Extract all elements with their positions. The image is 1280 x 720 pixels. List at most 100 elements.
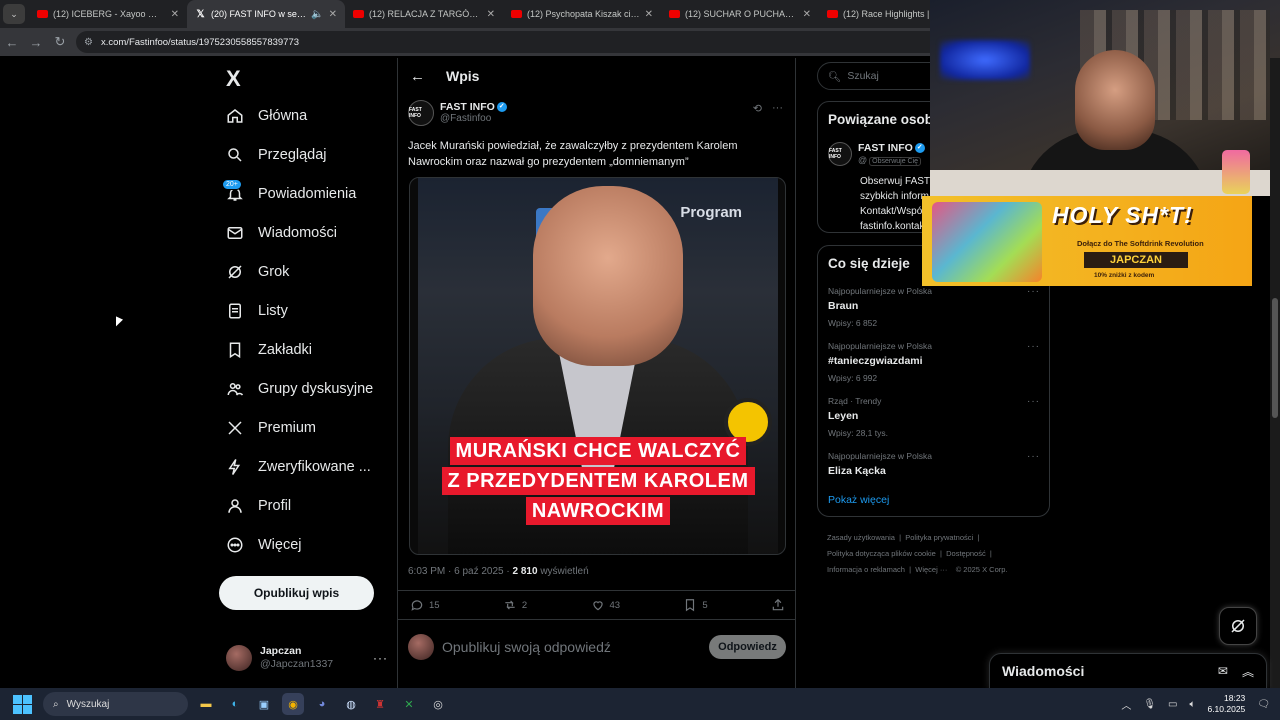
- like-button[interactable]: 43: [591, 598, 620, 612]
- bookmark-icon: [686, 599, 695, 612]
- trend-item[interactable]: Rząd · Trendy Leyen Wpisy: 28,1 tys. ···: [828, 396, 1040, 438]
- sidebar-item-7[interactable]: Grupy dyskusyjne: [226, 377, 373, 401]
- trend-item[interactable]: Najpopularniejsze w Polska #tanieczgwiazd…: [828, 341, 1040, 383]
- chevron-up-icon[interactable]: ︿: [1121, 697, 1131, 712]
- more-dots-icon[interactable]: ···: [1027, 396, 1040, 407]
- microphone-icon[interactable]: 🎙︎: [1143, 699, 1156, 710]
- sidebar-item-9[interactable]: Zweryfikowane ...: [226, 455, 371, 479]
- youtube-icon: [353, 10, 364, 18]
- game-app-icon[interactable]: ♜: [369, 693, 391, 715]
- author-name[interactable]: FAST INFO: [440, 101, 495, 113]
- close-tab-icon[interactable]: ✕: [171, 9, 179, 20]
- related-user[interactable]: FAST INFO FAST INFO ✓ @ Obserwuje Cię: [828, 142, 925, 166]
- scrollbar-thumb[interactable]: [1272, 298, 1278, 418]
- sidebar-item-3[interactable]: Wiadomości: [226, 221, 337, 245]
- sidebar-item-11[interactable]: Więcej: [226, 533, 302, 557]
- related-user-avatar[interactable]: FAST INFO: [828, 142, 852, 166]
- sidebar-item-5[interactable]: Listy: [226, 299, 288, 323]
- expand-up-icon[interactable]: ︽: [1242, 663, 1254, 680]
- bookmark-count: 5: [702, 599, 708, 611]
- reply-submit-button[interactable]: Odpowiedz: [709, 635, 786, 659]
- reply-composer: Opublikuj swoją odpowiedź Odpowiedz: [408, 632, 786, 662]
- more-dots-icon[interactable]: ···: [1027, 341, 1040, 352]
- browser-tab[interactable]: (12) SUCHAR O PUCHACZU! KO✕: [661, 0, 819, 28]
- close-tab-icon[interactable]: ✕: [329, 9, 337, 20]
- grok-button[interactable]: [1219, 607, 1257, 645]
- chrome-icon[interactable]: ◉: [282, 693, 304, 715]
- browser-tab[interactable]: (12) RELACJA Z TARGÓW FIWE✕: [345, 0, 503, 28]
- reply-button[interactable]: 15: [410, 598, 440, 612]
- footer-link[interactable]: Informacja o reklamach: [827, 565, 905, 574]
- more-dots-icon[interactable]: ···: [1027, 286, 1040, 297]
- footer-link[interactable]: Więcej ···: [915, 565, 947, 574]
- steam-icon[interactable]: ◍: [340, 693, 362, 715]
- post-meta: 6:03 PM · 6 paź 2025 · 2 810 wyświetleń: [408, 566, 589, 577]
- footer-link[interactable]: Polityka dotycząca plików cookie: [827, 549, 936, 558]
- more-dots-icon[interactable]: ···: [772, 102, 783, 115]
- volume-icon[interactable]: 🔈︎: [1189, 699, 1195, 710]
- sidebar-item-10[interactable]: Profil: [226, 494, 291, 518]
- related-user-name[interactable]: FAST INFO: [858, 142, 913, 154]
- tab-search-button[interactable]: ⌄: [3, 4, 25, 24]
- people-icon-svg: [227, 383, 244, 396]
- windows-start-icon[interactable]: [9, 691, 35, 717]
- sidebar-item-2[interactable]: 20+ Powiadomienia: [222, 179, 356, 206]
- share-button[interactable]: [771, 598, 785, 612]
- back-arrow-icon[interactable]: ←: [0, 35, 24, 50]
- account-switcher[interactable]: Japczan @Japczan1337 ···: [226, 642, 388, 674]
- system-clock[interactable]: 18:23 6.10.2025: [1207, 693, 1245, 715]
- clock-date: 6.10.2025: [1207, 704, 1246, 714]
- x-logo-icon[interactable]: X: [226, 66, 241, 92]
- author-handle[interactable]: @Fastinfoo: [440, 113, 507, 125]
- show-more-link[interactable]: Pokaż więcej: [828, 494, 889, 506]
- excel-icon[interactable]: ✕: [398, 693, 420, 715]
- sidebar-item-4[interactable]: Grok: [226, 260, 289, 284]
- back-button[interactable]: ←: [410, 68, 425, 85]
- footer-link[interactable]: Polityka prywatności: [905, 533, 973, 542]
- taskbar-search[interactable]: ⌕ Wyszukaj: [43, 692, 188, 716]
- post-author[interactable]: FAST INFO FAST INFO ✓ @Fastinfoo: [408, 100, 507, 126]
- footer-link[interactable]: Zasady użytkowania: [827, 533, 895, 542]
- browser-tab-active[interactable]: 𝕏(20) FAST INFO w serwisie X🔈✕: [187, 0, 345, 28]
- edge-icon[interactable]: ◐: [224, 693, 246, 715]
- more-dots-icon[interactable]: ···: [373, 651, 388, 665]
- store-icon[interactable]: ▣: [253, 693, 275, 715]
- file-explorer-icon[interactable]: ▬: [195, 693, 217, 715]
- audio-icon[interactable]: 🔈: [311, 9, 323, 20]
- sidebar-item-8[interactable]: Premium: [226, 416, 316, 440]
- sidebar-item-0[interactable]: Główna: [226, 104, 307, 128]
- discord-icon[interactable]: ◕: [311, 693, 333, 715]
- site-info-icon[interactable]: ⚙: [84, 37, 93, 48]
- grok-icon[interactable]: ⟲: [753, 102, 762, 115]
- trend-item[interactable]: Najpopularniejsze w Polska Eliza Kącka ···: [828, 451, 1040, 477]
- reply-count: 15: [429, 599, 440, 611]
- reload-icon[interactable]: ↻: [48, 34, 72, 50]
- browser-tab[interactable]: (12) Psychopata Kiszak ciśnie w✕: [503, 0, 661, 28]
- close-tab-icon[interactable]: ✕: [803, 9, 811, 20]
- new-message-icon[interactable]: ✉: [1218, 664, 1228, 678]
- sidebar-item-1[interactable]: Przeglądaj: [226, 143, 327, 167]
- share-icon: [772, 598, 784, 611]
- browser-tab[interactable]: (12) ICEBERG - Xayoo 🙈 - You✕: [29, 0, 187, 28]
- repost-button[interactable]: 2: [503, 598, 527, 612]
- bookmark-icon: [226, 341, 244, 359]
- messages-drawer[interactable]: Wiadomości ✉ ︽: [989, 653, 1267, 689]
- post-button[interactable]: Opublikuj wpis: [219, 576, 374, 610]
- post-media[interactable]: Program MURAŃSKI CHCE WALCZYĆ Z PRZEDYDE…: [409, 177, 786, 555]
- notification-icon[interactable]: 🗨︎: [1257, 699, 1270, 710]
- network-icon[interactable]: ▭: [1168, 699, 1177, 710]
- footer-link[interactable]: Dostępność: [946, 549, 986, 558]
- reply-input[interactable]: Opublikuj swoją odpowiedź: [442, 639, 709, 655]
- sidebar-item-6[interactable]: Zakładki: [226, 338, 312, 362]
- page-title: Wpis: [446, 68, 480, 84]
- close-tab-icon[interactable]: ✕: [487, 9, 495, 20]
- bookmark-button[interactable]: 5: [683, 598, 708, 612]
- obs-icon[interactable]: ◎: [427, 693, 449, 715]
- more-dots-icon[interactable]: ···: [1027, 451, 1040, 462]
- forward-arrow-icon[interactable]: →: [24, 35, 48, 50]
- post-timestamp[interactable]: 6:03 PM · 6 paź 2025 ·: [408, 566, 513, 577]
- trend-item[interactable]: Najpopularniejsze w Polska Braun Wpisy: 6 …: [828, 286, 1040, 328]
- author-avatar[interactable]: FAST INFO: [408, 100, 434, 126]
- close-tab-icon[interactable]: ✕: [645, 9, 653, 20]
- page-scrollbar[interactable]: [1270, 58, 1280, 688]
